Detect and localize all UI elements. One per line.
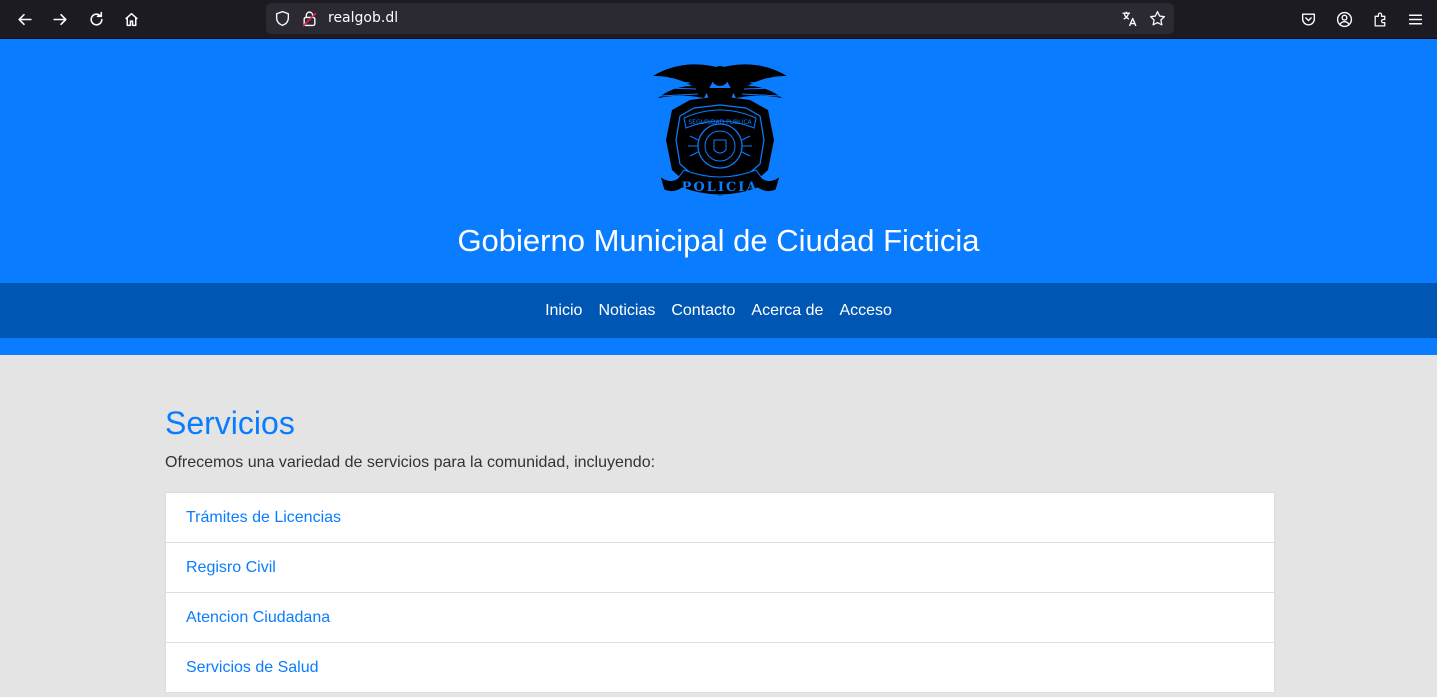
arrow-left-icon (17, 13, 32, 25)
pocket-button[interactable] (1295, 6, 1321, 32)
arrow-right-icon (52, 13, 67, 25)
svg-text:SEGURIDAD PUBLICA: SEGURIDAD PUBLICA (688, 119, 752, 126)
pocket-icon (1301, 12, 1315, 25)
url-bar[interactable]: realgob.dl (266, 3, 1174, 34)
service-link-registro-civil[interactable]: Regisro Civil (186, 559, 276, 577)
list-item: Atencion Ciudadana (165, 592, 1275, 642)
service-link-tramites-licencias[interactable]: Trámites de Licencias (186, 509, 341, 527)
extensions-button[interactable] (1367, 6, 1393, 32)
list-item: Regisro Civil (165, 542, 1275, 592)
list-item: Servicios de Salud (165, 642, 1275, 693)
main-nav: Inicio Noticias Contacto Acerca de Acces… (0, 283, 1437, 338)
svg-text:POLICIA: POLICIA (682, 180, 759, 195)
home-button[interactable] (118, 6, 144, 32)
puzzle-icon (1374, 12, 1385, 27)
translate-icon[interactable] (1121, 10, 1139, 28)
account-button[interactable] (1331, 6, 1357, 32)
list-item: Trámites de Licencias (165, 492, 1275, 542)
browser-toolbar: realgob.dl (0, 0, 1437, 39)
nav-link-noticias[interactable]: Noticias (598, 302, 655, 320)
reload-button[interactable] (83, 6, 109, 32)
url-text[interactable]: realgob.dl (328, 10, 398, 26)
forward-button[interactable] (47, 6, 73, 32)
account-icon (1336, 11, 1352, 27)
services-list: Trámites de Licencias Regisro Civil Aten… (165, 492, 1275, 693)
bookmark-star-icon[interactable] (1149, 10, 1167, 28)
reload-icon (89, 11, 103, 26)
back-button[interactable] (11, 6, 37, 32)
hamburger-menu-icon (1408, 14, 1422, 24)
menu-button[interactable] (1402, 6, 1428, 32)
services-intro: Ofrecemos una variedad de servicios para… (165, 454, 656, 471)
insecure-lock-icon[interactable] (301, 10, 319, 28)
nav-link-acerca-de[interactable]: Acerca de (751, 302, 823, 320)
nav-link-acceso[interactable]: Acceso (839, 302, 891, 320)
police-badge-logo: POLICIA SEGURIDAD PUBLICA (653, 64, 787, 196)
nav-link-contacto[interactable]: Contacto (671, 302, 735, 320)
site-header: POLICIA SEGURIDAD PUBLICA Gobierno Munic… (0, 39, 1437, 355)
services-section: Servicios Ofrecemos una variedad de serv… (165, 400, 1275, 693)
service-link-atencion-ciudadana[interactable]: Atencion Ciudadana (186, 609, 330, 627)
nav-link-inicio[interactable]: Inicio (545, 302, 582, 320)
home-icon (124, 12, 138, 26)
service-link-servicios-salud[interactable]: Servicios de Salud (186, 659, 319, 677)
shield-icon[interactable] (274, 10, 292, 28)
site-title: Gobierno Municipal de Ciudad Ficticia (457, 223, 980, 258)
services-title: Servicios (165, 405, 295, 441)
